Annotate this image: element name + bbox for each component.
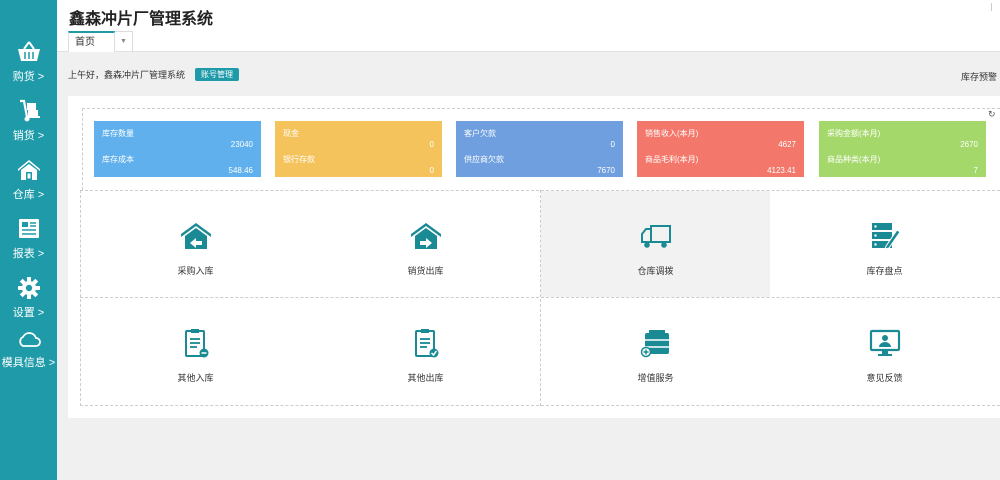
clipboard-out-icon <box>415 329 439 358</box>
stat-card-sales: 销售收入(本月) 4627 商品毛利(本月) 4123.41 <box>637 121 804 177</box>
tile-label: 意见反馈 <box>866 373 903 383</box>
sidebar-item-label: 仓库 > <box>12 189 45 201</box>
sidebar-item-label: 设置 > <box>12 307 45 319</box>
stat-label: 现金 <box>283 129 299 138</box>
stat-value: 7670 <box>597 166 615 175</box>
basket-icon <box>17 41 40 61</box>
stock-warning-link[interactable]: 库存预警 <box>961 70 997 83</box>
tile-transfer[interactable]: 仓库调拨 <box>541 191 770 297</box>
stat-label: 销售收入(本月) <box>645 129 699 138</box>
stat-label: 商品种类(本月) <box>827 155 881 164</box>
cloud-icon <box>18 332 41 347</box>
sidebar-item-reports[interactable]: 报表 > <box>0 217 57 272</box>
hand-truck-icon <box>19 99 40 122</box>
tile-value-added[interactable]: 增值服务 <box>541 298 770 404</box>
sidebar-item-settings[interactable]: 设置 > <box>0 276 57 331</box>
caret-down-icon[interactable]: ▼ <box>115 31 133 52</box>
monitor-user-icon <box>869 329 901 356</box>
warehouse-icon <box>17 160 40 180</box>
sidebar-item-warehouse[interactable]: 仓库 > <box>0 158 57 213</box>
stat-card-purchase: 采购金额(本月) 2670 商品种类(本月) 7 <box>819 121 986 177</box>
tile-purchase-in[interactable]: 采购入库 <box>81 191 310 297</box>
greeting-text: 上午好，鑫森冲片厂管理系统 <box>68 70 186 80</box>
stat-label: 客户欠款 <box>464 129 496 138</box>
stat-card-cash: 现金 0 银行存款 0 <box>275 121 442 177</box>
tile-label: 采购入库 <box>177 266 214 276</box>
warehouse-out-icon <box>411 223 441 249</box>
report-icon <box>18 219 39 238</box>
stat-value: 7 <box>973 166 978 175</box>
stat-label: 采购金额(本月) <box>827 129 881 138</box>
sidebar-item-mold-info[interactable]: 模具信息 > <box>0 328 57 383</box>
sidebar-item-label: 模具信息 > <box>1 357 56 369</box>
sidebar-item-label: 购货 > <box>12 71 45 83</box>
tile-label: 增值服务 <box>637 373 674 383</box>
stat-label: 商品毛利(本月) <box>645 155 699 164</box>
divider <box>80 405 1000 406</box>
tile-sales-out[interactable]: 销货出库 <box>311 191 540 297</box>
clipboard-in-icon <box>185 329 209 358</box>
app-title: 鑫森冲片厂管理系统 <box>69 11 214 28</box>
tile-label: 库存盘点 <box>866 266 903 276</box>
tile-stocktake[interactable]: 库存盘点 <box>770 191 999 297</box>
stat-card-debts: 客户欠款 0 供应商欠款 7670 <box>456 121 623 177</box>
stat-value: 0 <box>610 140 615 149</box>
stat-value: 4123.41 <box>767 166 796 175</box>
warehouse-in-icon <box>181 223 211 249</box>
stat-value: 4627 <box>778 140 796 149</box>
stat-label: 银行存款 <box>283 155 315 164</box>
sidebar-item-label: 销货 > <box>12 130 45 142</box>
tile-label: 其他出库 <box>407 373 444 383</box>
truck-icon <box>641 225 671 248</box>
stat-value: 0 <box>429 140 434 149</box>
stat-value: 548.46 <box>228 166 253 175</box>
sidebar-item-purchase[interactable]: 购货 > <box>0 40 57 95</box>
stat-card-inventory: 库存数量 23040 库存成本 548.46 <box>94 121 261 177</box>
tile-other-in[interactable]: 其他入库 <box>81 298 310 404</box>
tile-label: 销货出库 <box>407 266 444 276</box>
tab-home[interactable]: 首页 <box>68 31 115 52</box>
divider <box>991 3 992 11</box>
tile-feedback[interactable]: 意见反馈 <box>770 298 999 404</box>
tile-label: 其他入库 <box>177 373 214 383</box>
stat-label: 供应商欠款 <box>464 155 504 164</box>
inventory-check-icon <box>872 223 901 250</box>
greeting: 上午好，鑫森冲片厂管理系统 账号管理 <box>68 68 240 81</box>
tab-bar: 首页 ▼ <box>68 31 133 52</box>
top-bar: 鑫森冲片厂管理系统 首页 ▼ <box>57 0 1000 52</box>
stat-label: 库存成本 <box>102 155 134 164</box>
toolbox-icon <box>640 330 669 358</box>
tile-label: 仓库调拨 <box>637 266 674 276</box>
sidebar-item-sales[interactable]: 销货 > <box>0 99 57 154</box>
tile-other-out[interactable]: 其他出库 <box>311 298 540 404</box>
stat-value: 23040 <box>230 140 253 149</box>
gear-icon <box>17 277 40 299</box>
account-manage-button[interactable]: 账号管理 <box>195 68 240 81</box>
stat-label: 库存数量 <box>102 129 134 138</box>
sidebar: 购货 > 销货 > 仓库 > 报表 > 设置 > 模具信息 > <box>0 0 57 480</box>
stat-value: 0 <box>429 166 434 175</box>
stat-value: 2670 <box>960 140 978 149</box>
sidebar-item-label: 报表 > <box>12 248 45 260</box>
